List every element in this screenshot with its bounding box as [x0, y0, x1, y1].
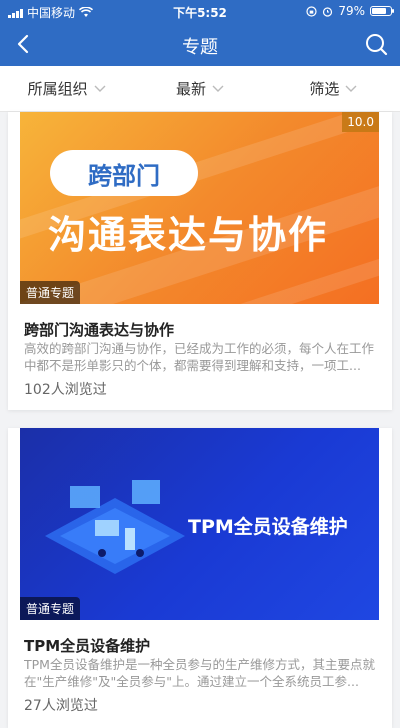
type-badge: 普通专题	[20, 597, 81, 620]
topic-title: TPM全员设备维护	[24, 637, 151, 655]
thumbnail-title: TPM全员设备维护	[188, 516, 348, 538]
search-button[interactable]	[360, 28, 392, 60]
score-badge: 10.0	[342, 112, 379, 132]
status-bar: 中国移动 下午5:52 79%	[0, 0, 400, 22]
filter-organization[interactable]: 所属组织	[0, 66, 133, 111]
thumbnail-art: TPM全员设备维护	[20, 428, 379, 620]
topic-thumbnail[interactable]: 跨部门 沟通表达与协作 10.0 普通专题	[20, 112, 379, 304]
filter-label: 筛选	[309, 80, 340, 98]
topic-card[interactable]: TPM全员设备维护 普通专题 TPM全员设备维护 TPM全员设备维护是一种全员参…	[8, 428, 392, 728]
chevron-down-icon	[212, 85, 224, 92]
lock-rotation-icon	[306, 5, 317, 17]
topic-title: 跨部门沟通表达与协作	[24, 321, 175, 339]
thumbnail-art: 跨部门 沟通表达与协作	[20, 112, 379, 304]
view-count: 27人浏览过	[24, 698, 98, 714]
thumbnail-title: 沟通表达与协作	[48, 213, 329, 257]
thumbnail-tag: 跨部门	[50, 150, 198, 196]
filter-bar: 所属组织 最新 筛选	[0, 66, 400, 112]
page-title: 专题	[182, 37, 218, 58]
topic-description: TPM全员设备维护是一种全员参与的生产维修方式，其主要点就在"生产维修"及"全员…	[24, 657, 375, 689]
chevron-down-icon	[345, 85, 357, 92]
alarm-icon	[323, 6, 333, 17]
search-icon	[366, 34, 388, 56]
status-right: 79%	[306, 4, 394, 18]
filter-latest[interactable]: 最新	[133, 66, 266, 111]
topic-thumbnail[interactable]: TPM全员设备维护 普通专题	[20, 428, 379, 620]
factory-illustration-icon	[45, 480, 185, 574]
filter-label: 最新	[175, 80, 206, 98]
topic-description: 高效的跨部门沟通与协作，已经成为工作的必须，每个人在工作中都不是形单影只的个体，…	[24, 341, 375, 373]
battery-icon	[370, 6, 394, 16]
nav-bar: 专题	[0, 22, 400, 66]
battery-percent: 79%	[338, 4, 365, 18]
chevron-down-icon	[94, 85, 106, 92]
filter-screen[interactable]: 筛选	[267, 66, 400, 111]
type-badge: 普通专题	[20, 281, 81, 304]
view-count: 102人浏览过	[24, 382, 107, 398]
battery-fill	[372, 8, 387, 14]
filter-label: 所属组织	[27, 80, 88, 98]
topic-card[interactable]: 跨部门 沟通表达与协作 10.0 普通专题 跨部门沟通表达与协作 高效的跨部门沟…	[8, 112, 392, 410]
